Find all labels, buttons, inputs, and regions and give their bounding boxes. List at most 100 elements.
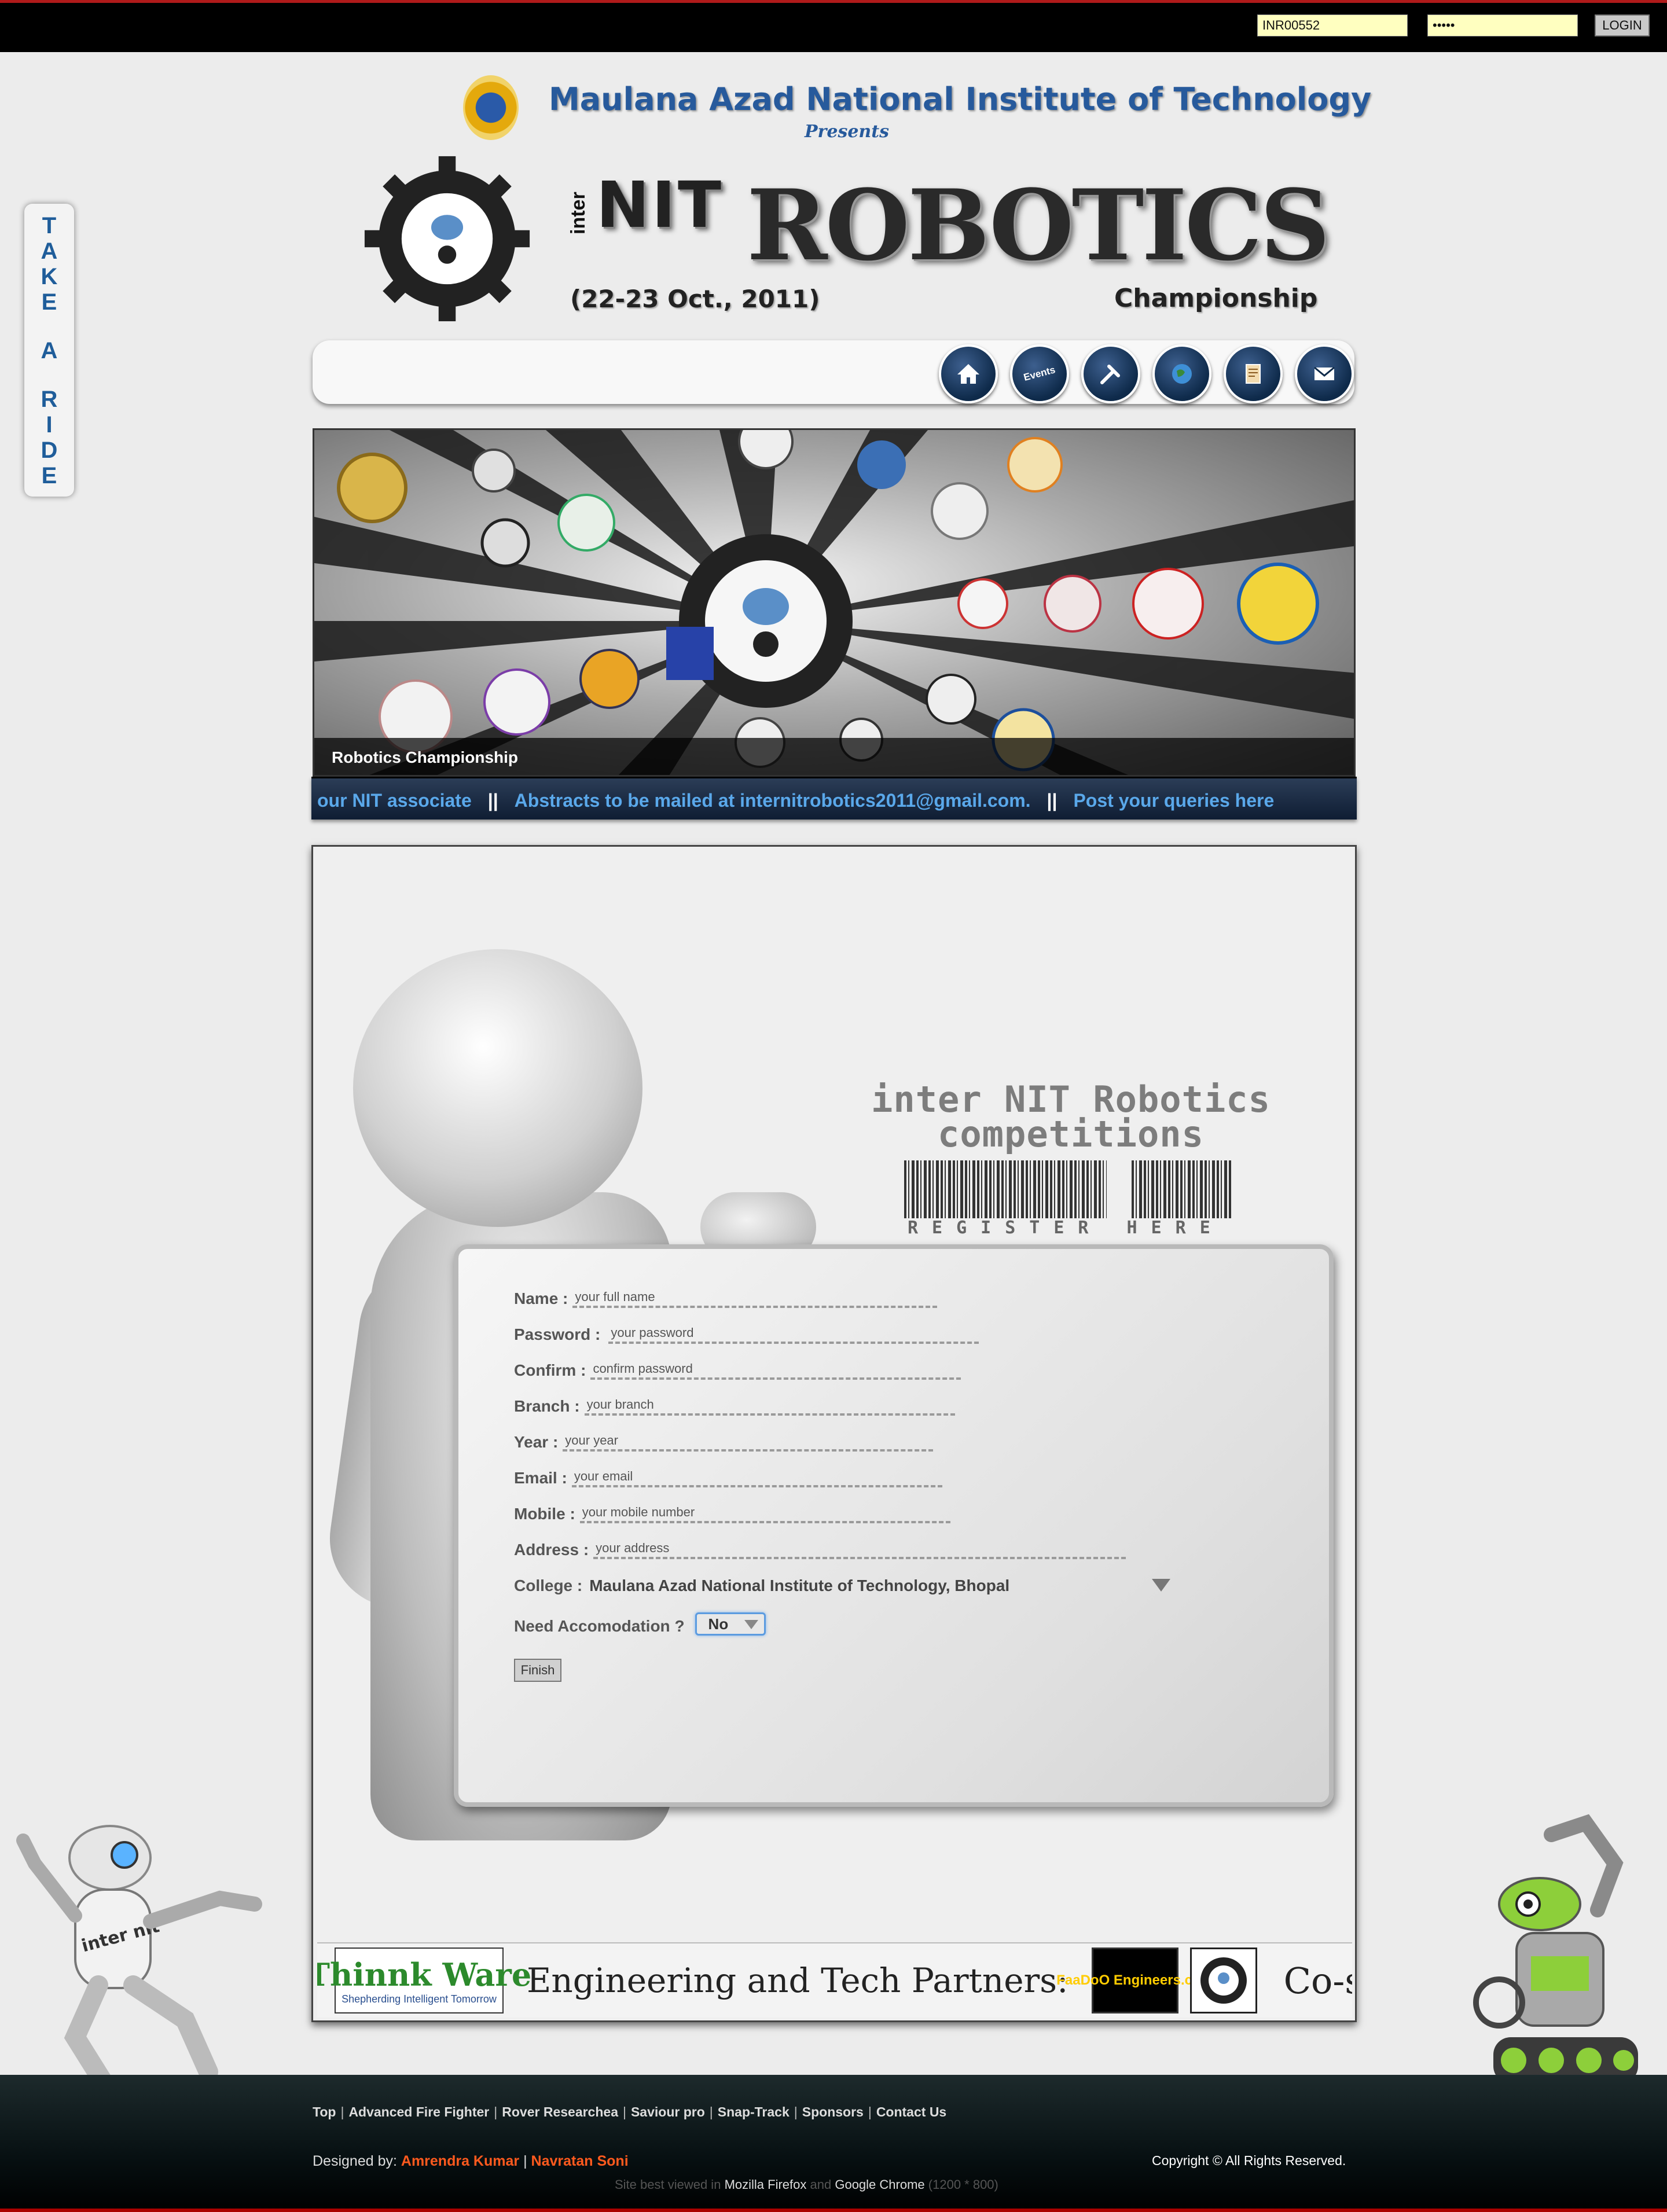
footer-link-separator: | xyxy=(622,2104,626,2119)
accommodation-value: No xyxy=(708,1615,729,1633)
password-input[interactable]: your password xyxy=(608,1325,979,1344)
confirm-label: Confirm : xyxy=(514,1361,586,1379)
name-input[interactable]: your full name xyxy=(572,1289,938,1308)
inter-nit-gear-logo xyxy=(364,156,530,322)
year-input[interactable]: your year xyxy=(563,1433,934,1452)
events-icon: Events xyxy=(1022,364,1057,383)
college-select[interactable]: Maulana Azad National Institute of Techn… xyxy=(589,1577,1009,1595)
register-title-line1: inter NIT Robotics xyxy=(871,1078,1271,1120)
event-dates: (22-23 Oct., 2011) xyxy=(570,285,820,313)
footer-link-separator: | xyxy=(340,2104,344,2119)
college-dropdown-arrow-icon[interactable] xyxy=(1152,1579,1170,1592)
left-robot-illustration: inter nit xyxy=(16,1825,262,2089)
thinkware-tagline: Shepherding Intelligent Tomorrow xyxy=(342,1993,497,2005)
footer-link-separator: | xyxy=(709,2104,713,2119)
designer-separator: | xyxy=(523,2153,527,2169)
name-label: Name : xyxy=(514,1289,568,1307)
championship-label: Championship xyxy=(1114,284,1318,313)
copyright: Copyright © All Rights Reserved. xyxy=(1152,2153,1346,2168)
ticker-separator: || xyxy=(487,790,498,811)
year-label: Year : xyxy=(514,1433,559,1451)
address-row: Address : your address xyxy=(514,1541,1126,1559)
inter-label: inter xyxy=(567,192,589,234)
footer-link[interactable]: Snap-Track xyxy=(718,2104,790,2119)
take-a-ride-letter: E xyxy=(41,463,57,488)
mobile-row: Mobile : your mobile number xyxy=(514,1505,950,1523)
top-login-bar: LOGIN xyxy=(0,0,1667,52)
address-label: Address : xyxy=(514,1541,589,1559)
ticker-separator: || xyxy=(1047,790,1058,811)
mobile-input[interactable]: your mobile number xyxy=(579,1505,950,1523)
figure-head xyxy=(353,949,642,1227)
footer-links: Top | Advanced Fire Fighter | Rover Research… xyxy=(313,2104,951,2120)
inter-nit-partner-logo[interactable] xyxy=(1189,1948,1257,2013)
tools-icon xyxy=(1100,365,1120,384)
footer-link[interactable]: Rover Researchea xyxy=(502,2104,618,2119)
accommodation-select[interactable]: No xyxy=(695,1612,766,1636)
nav-documents-button[interactable] xyxy=(1224,344,1283,403)
designer-link[interactable]: Amrendra Kumar xyxy=(401,2153,519,2169)
institute-title: Maulana Azad National Institute of Techn… xyxy=(549,81,1372,117)
footer-link-separator: | xyxy=(868,2104,872,2119)
take-a-ride-tab[interactable]: TAKEARIDE xyxy=(24,204,74,497)
register-here-text: REGISTER HERE xyxy=(908,1218,1224,1238)
right-robot-illustration xyxy=(1473,1814,1638,2084)
register-title: inter NIT Robotics competitions xyxy=(868,1082,1273,1152)
hero-banner: Robotics Championship xyxy=(313,428,1356,777)
gear-icon xyxy=(1200,1957,1247,2004)
take-a-ride-letter: R xyxy=(41,387,58,412)
email-input[interactable]: your email xyxy=(571,1469,942,1487)
footer-link[interactable]: Advanced Fire Fighter xyxy=(348,2104,489,2119)
email-label: Email : xyxy=(514,1469,567,1487)
footer-link-separator: | xyxy=(494,2104,498,2119)
branch-label: Branch : xyxy=(514,1397,580,1415)
username-field[interactable] xyxy=(1257,14,1408,36)
take-a-ride-letter: A xyxy=(41,338,58,363)
ticker-item: Abstracts to be mailed at internitroboti… xyxy=(514,790,1031,811)
best-viewed-label: Site best viewed in xyxy=(615,2177,721,2192)
nav-events-button[interactable]: Events xyxy=(1010,344,1069,403)
college-label: College : xyxy=(514,1577,583,1594)
nav-mail-button[interactable] xyxy=(1295,344,1354,403)
nav-tools-button[interactable] xyxy=(1081,344,1140,403)
news-ticker[interactable]: our NIT associate || Abstracts to be maile… xyxy=(311,777,1357,820)
home-icon xyxy=(957,364,979,384)
footer-link[interactable]: Contact Us xyxy=(876,2104,946,2119)
footer-link[interactable]: Saviour pro xyxy=(631,2104,705,2119)
email-row: Email : your email xyxy=(514,1469,942,1487)
footer-link[interactable]: Sponsors xyxy=(802,2104,864,2119)
designer-link[interactable]: Navratan Soni xyxy=(531,2153,629,2169)
footer-link-separator: | xyxy=(794,2104,798,2119)
footer-link[interactable]: Top xyxy=(313,2104,336,2119)
globe-icon xyxy=(1172,364,1192,384)
finish-button[interactable]: Finish xyxy=(514,1659,561,1682)
banner-caption: Robotics Championship xyxy=(314,738,1354,775)
footer-border xyxy=(0,2209,1667,2212)
browser-name: Mozilla Firefox xyxy=(724,2177,807,2192)
password-field[interactable] xyxy=(1427,14,1578,36)
confirm-input[interactable]: confirm password xyxy=(590,1361,961,1380)
college-row: College : Maulana Azad National Institut… xyxy=(514,1577,1009,1595)
nav-home-button[interactable] xyxy=(939,344,998,403)
thinkware-logo[interactable]: Thinnk Ware Shepherding Intelligent Tomo… xyxy=(317,1948,531,2013)
robotics-title: ROBOTICS xyxy=(747,168,1330,282)
banner-rays xyxy=(314,430,1354,775)
resolution-note: (1200 * 800) xyxy=(928,2177,998,2192)
co-sponsor-label: Co-spon xyxy=(1283,1959,1352,2002)
take-a-ride-letter: A xyxy=(41,238,58,264)
login-button[interactable]: LOGIN xyxy=(1595,14,1650,36)
browser-name: Google Chrome xyxy=(835,2177,925,2192)
faadoo-engineers-logo[interactable]: FaaDoO Engineers.com xyxy=(1056,1948,1213,2013)
branch-input[interactable]: your branch xyxy=(584,1397,955,1416)
chevron-down-icon xyxy=(744,1620,758,1629)
branch-row: Branch : your branch xyxy=(514,1397,955,1416)
best-viewed-note: Site best viewed in Mozilla Firefox and … xyxy=(615,2177,998,2192)
and-text: and xyxy=(810,2177,832,2192)
nit-title: NIT xyxy=(596,168,724,242)
take-a-ride-letter: E xyxy=(41,289,57,315)
year-row: Year : your year xyxy=(514,1433,934,1452)
barcode-graphic xyxy=(904,1160,1107,1218)
nav-globe-button[interactable] xyxy=(1152,344,1211,403)
address-input[interactable]: your address xyxy=(593,1541,1126,1559)
designed-by-label: Designed by: xyxy=(313,2153,397,2169)
